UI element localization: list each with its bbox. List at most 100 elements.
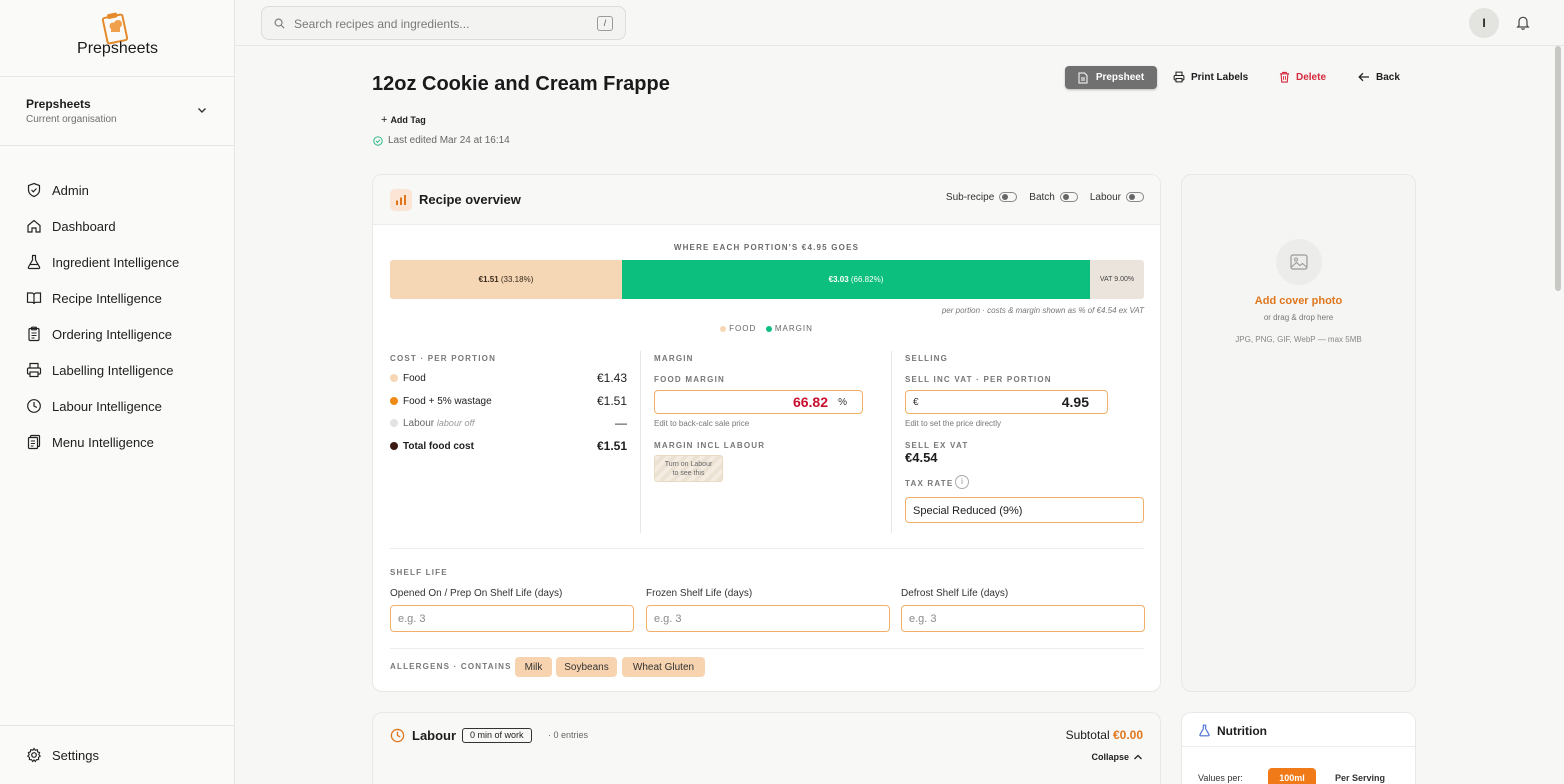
bell-icon[interactable] bbox=[1516, 15, 1530, 30]
page-title: 12oz Cookie and Cream Frappe bbox=[372, 73, 670, 95]
portion-breakdown-bar: €1.51 (33.18%) €3.03 (66.82%) VAT 9.00% bbox=[390, 260, 1144, 299]
toggle-label: Sub-recipe bbox=[945, 192, 995, 203]
section-divider bbox=[390, 648, 1144, 649]
collapse-button[interactable]: Collapse bbox=[1091, 752, 1143, 762]
labour-pill-line-2: to see this bbox=[672, 470, 705, 477]
delete-button[interactable]: Delete bbox=[1279, 66, 1326, 88]
scrollbar[interactable] bbox=[1553, 46, 1564, 784]
breakdown-legend: FOOD MARGIN bbox=[373, 324, 1160, 333]
sidebar-item-ordering-intelligence[interactable]: Ordering Intelligence bbox=[26, 316, 226, 352]
shelf-life-prep-label: Opened On / Prep On Shelf Life (days) bbox=[390, 588, 563, 599]
sidebar-item-dashboard[interactable]: Dashboard bbox=[26, 208, 226, 244]
back-button[interactable]: Back bbox=[1358, 66, 1400, 88]
labour-minutes-badge: 0 min of work bbox=[462, 728, 532, 743]
cost-value: €1.43 bbox=[596, 371, 627, 385]
sidebar-item-admin[interactable]: Admin bbox=[26, 172, 226, 208]
sell-inc-vat-value: 4.95 bbox=[1061, 394, 1089, 410]
sidebar-nav: Admin Dashboard Ingredient Intelligence … bbox=[26, 172, 226, 460]
org-name: Prepsheets bbox=[26, 97, 91, 111]
info-icon[interactable]: i bbox=[955, 475, 969, 489]
menu-icon bbox=[27, 434, 41, 450]
legend-margin: MARGIN bbox=[774, 324, 813, 333]
check-circle-icon bbox=[373, 135, 383, 146]
cost-label: Food + 5% wastage bbox=[403, 395, 492, 407]
sidebar-item-recipe-intelligence[interactable]: Recipe Intelligence bbox=[26, 280, 226, 316]
add-cover-photo-link[interactable]: Add cover photo bbox=[1182, 295, 1415, 307]
toggle-switch[interactable] bbox=[999, 192, 1018, 203]
labour-card: Labour 0 min of work · 0 entries Subtota… bbox=[372, 712, 1161, 784]
shelf-life-heading: SHELF LIFE bbox=[390, 568, 448, 577]
image-icon bbox=[1276, 239, 1322, 285]
vat-segment-label: VAT 9.00% bbox=[1099, 276, 1135, 283]
prepsheet-button[interactable]: Prepsheet bbox=[1065, 66, 1157, 89]
cost-row-labour: Labour labour off — bbox=[390, 415, 627, 431]
sidebar-item-labour-intelligence[interactable]: Labour Intelligence bbox=[26, 388, 226, 424]
tax-rate-select[interactable]: Special Reduced (9%) bbox=[905, 497, 1144, 523]
food-cost-segment: €1.51 (33.18%) bbox=[390, 260, 622, 299]
logo-text: Prepsheets bbox=[77, 40, 158, 57]
shelf-life-prep-input[interactable] bbox=[390, 605, 634, 632]
sell-ex-vat-label: SELL EX VAT bbox=[905, 441, 969, 450]
allergen-chip[interactable]: Soybeans bbox=[556, 657, 617, 677]
allergen-chip[interactable]: Milk bbox=[515, 657, 552, 677]
cover-photo-dropzone[interactable]: Add cover photo or drag & drop here JPG,… bbox=[1181, 174, 1416, 692]
scrollbar-thumb[interactable] bbox=[1555, 46, 1561, 291]
food-segment-pct: (33.18%) bbox=[500, 275, 534, 284]
values-per-label: Values per: bbox=[1198, 773, 1243, 783]
search-input[interactable] bbox=[294, 15, 584, 33]
labour-toggle[interactable]: Labour bbox=[1090, 192, 1144, 203]
food-margin-hint: Edit to back-calc sale price bbox=[654, 419, 750, 428]
sub-recipe-toggle[interactable]: Sub-recipe bbox=[945, 192, 1018, 203]
shield-icon bbox=[27, 182, 41, 198]
currency-symbol: € bbox=[913, 397, 919, 408]
per-100ml-option[interactable]: 100ml bbox=[1268, 768, 1316, 784]
add-tag-button[interactable]: + Add Tag bbox=[381, 114, 426, 126]
sidebar-item-settings[interactable]: Settings bbox=[26, 744, 99, 766]
print-labels-button[interactable]: Print Labels bbox=[1173, 66, 1248, 88]
user-avatar[interactable]: I bbox=[1469, 8, 1499, 38]
sidebar-item-menu-intelligence[interactable]: Menu Intelligence bbox=[26, 424, 226, 460]
clock-icon bbox=[27, 399, 41, 413]
vat-segment: VAT 9.00% bbox=[1090, 260, 1144, 299]
toggle-switch[interactable] bbox=[1126, 192, 1144, 203]
sell-ex-vat-value: €4.54 bbox=[905, 450, 938, 465]
sell-inc-vat-input[interactable]: € 4.95 bbox=[905, 390, 1108, 414]
sidebar-item-label: Menu Intelligence bbox=[52, 434, 154, 450]
prepsheet-label: Prepsheet bbox=[1095, 72, 1145, 83]
column-divider bbox=[640, 351, 641, 533]
sidebar-item-label: Ordering Intelligence bbox=[52, 326, 172, 342]
legend-margin-dot bbox=[765, 325, 772, 332]
cost-dot bbox=[390, 419, 398, 427]
shelf-life-frozen-input[interactable] bbox=[646, 605, 890, 632]
allergen-chip[interactable]: Wheat Gluten bbox=[622, 657, 705, 677]
column-divider bbox=[891, 351, 892, 533]
shelf-life-defrost-input[interactable] bbox=[901, 605, 1145, 632]
batch-toggle[interactable]: Batch bbox=[1029, 192, 1078, 203]
food-margin-input[interactable]: 66.82 % bbox=[654, 390, 863, 414]
labour-title: Labour bbox=[412, 728, 457, 743]
logo[interactable]: Prepsheets bbox=[0, 10, 235, 70]
search-bar[interactable]: / bbox=[261, 6, 626, 40]
sell-inc-vat-label: SELL INC VAT · PER PORTION bbox=[905, 375, 1052, 384]
back-label: Back bbox=[1376, 71, 1400, 83]
margin-segment-value: €3.03 bbox=[828, 275, 849, 284]
sidebar-divider bbox=[0, 145, 235, 146]
sidebar-divider bbox=[0, 76, 235, 77]
topbar: / I bbox=[235, 0, 1564, 46]
sidebar-divider bbox=[0, 725, 235, 726]
sidebar-item-label: Labelling Intelligence bbox=[52, 362, 174, 378]
home-icon bbox=[27, 219, 41, 233]
sidebar-item-labelling-intelligence[interactable]: Labelling Intelligence bbox=[26, 352, 226, 388]
food-margin-value: 66.82 bbox=[792, 394, 828, 410]
cost-label: Labour bbox=[403, 417, 435, 429]
org-switcher[interactable]: Prepsheets Current organisation bbox=[26, 97, 216, 131]
toggle-label: Labour bbox=[1089, 192, 1121, 203]
per-serving-option[interactable]: Per Serving bbox=[1320, 768, 1400, 784]
flask-icon bbox=[1199, 724, 1210, 737]
document-icon bbox=[1078, 72, 1088, 83]
sidebar-item-ingredient-intelligence[interactable]: Ingredient Intelligence bbox=[26, 244, 226, 280]
toggle-label: Batch bbox=[1029, 192, 1055, 203]
settings-label: Settings bbox=[52, 747, 99, 763]
cost-row-food-wastage: Food + 5% wastage €1.51 bbox=[390, 393, 627, 409]
toggle-switch[interactable] bbox=[1059, 192, 1078, 203]
